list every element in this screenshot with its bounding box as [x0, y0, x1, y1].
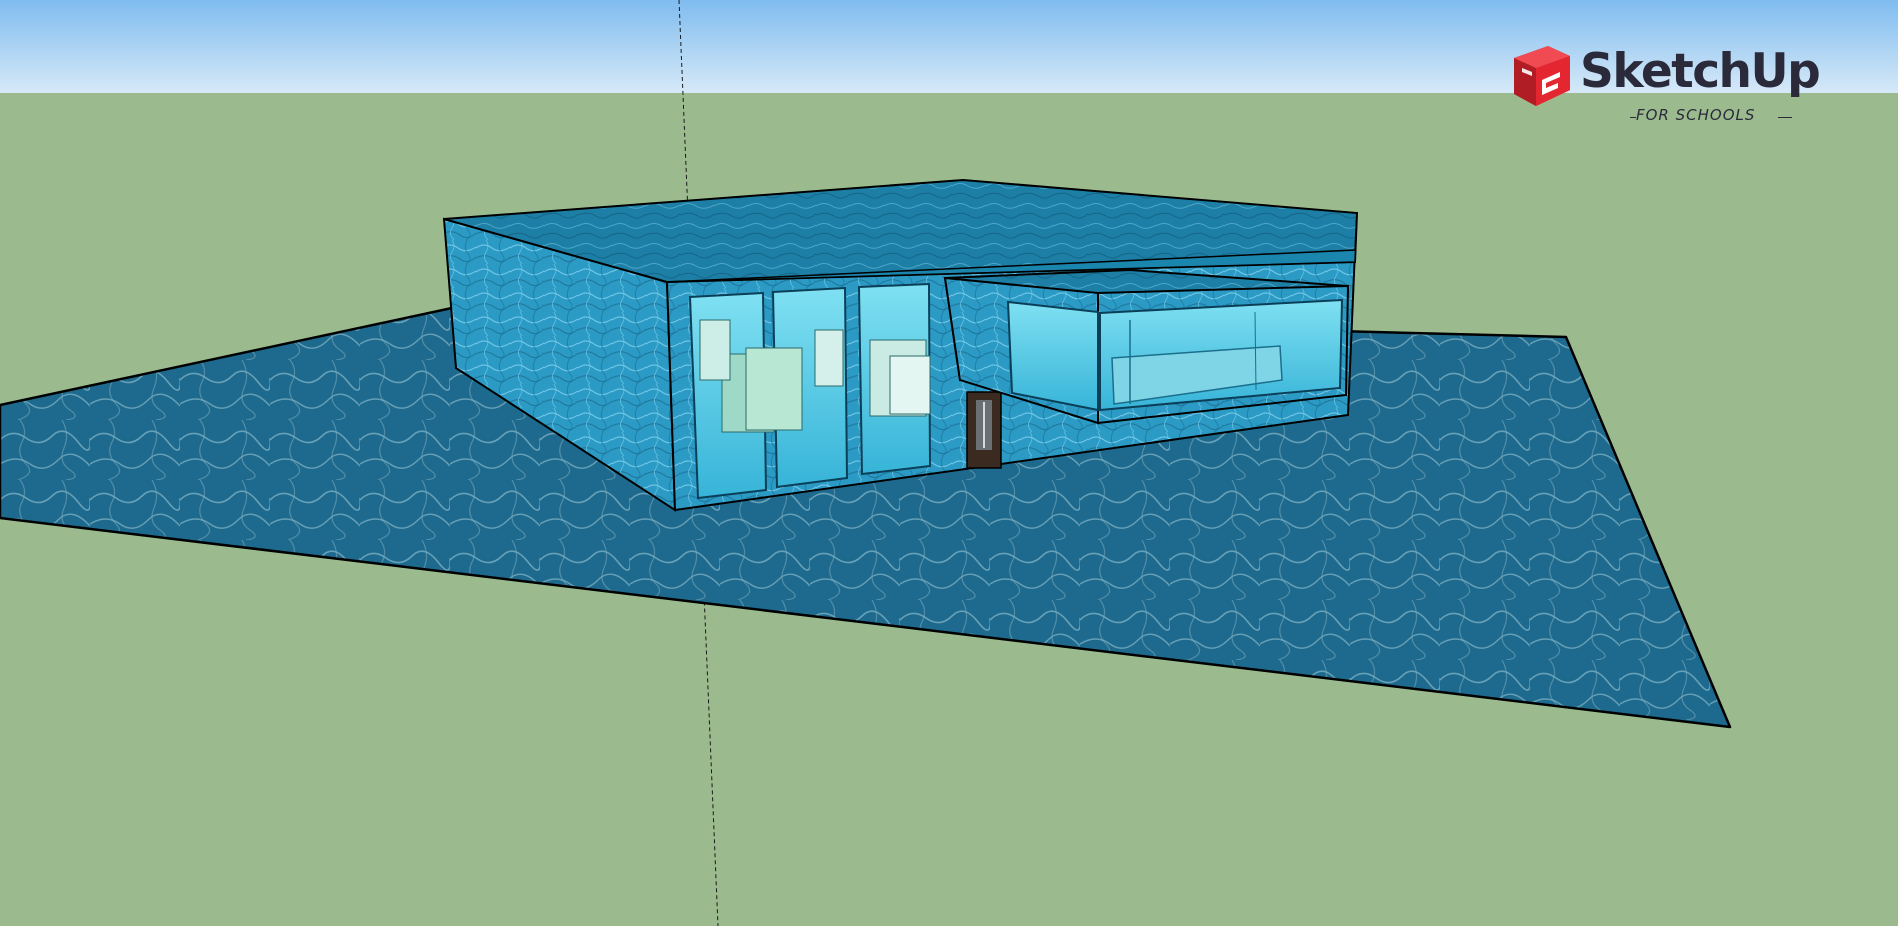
model-scene[interactable] [0, 0, 1898, 926]
front-door[interactable] [966, 391, 1002, 469]
brand-divider-right [1778, 117, 1792, 118]
brand-subtitle: FOR SCHOOLS [1636, 106, 1756, 124]
front-windows[interactable] [688, 282, 932, 500]
brand-name: SketchUp [1580, 44, 1821, 99]
sketchup-logo: SketchUp FOR SCHOOLS [1508, 44, 1828, 134]
model-viewport[interactable]: SketchUp FOR SCHOOLS [0, 0, 1898, 926]
sketchup-logo-icon [1514, 46, 1570, 106]
